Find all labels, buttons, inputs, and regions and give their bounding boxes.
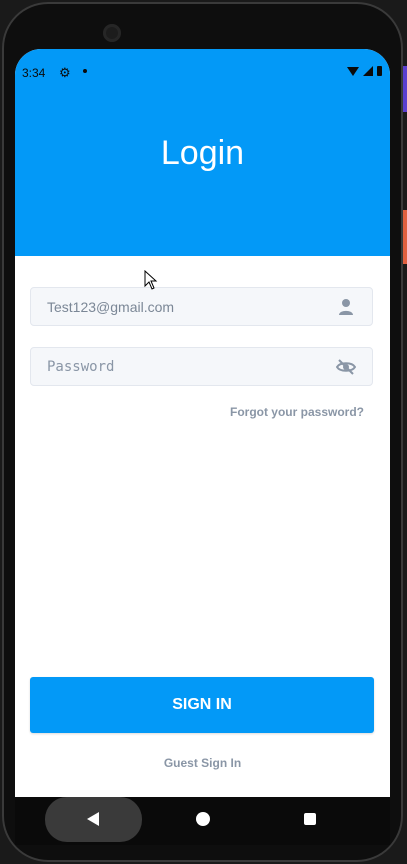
mouse-cursor-icon — [144, 270, 158, 290]
password-field[interactable]: Password — [30, 347, 373, 386]
wifi-icon — [347, 66, 359, 76]
back-icon[interactable] — [87, 812, 99, 826]
page-title: Login — [160, 134, 245, 172]
person-icon — [339, 299, 353, 315]
signal-icon — [363, 66, 373, 76]
email-field[interactable]: Test123@gmail.com — [30, 287, 373, 326]
status-time: 3:34 — [22, 66, 46, 80]
android-nav-bar — [15, 797, 390, 845]
password-placeholder: Password — [47, 359, 115, 375]
side-accent — [403, 66, 407, 112]
recent-apps-icon[interactable] — [304, 813, 316, 825]
battery-icon — [377, 66, 382, 76]
app-screen: 3:34 ⚙ Login Test123@gmail.com Password … — [15, 49, 390, 797]
camera-icon — [103, 24, 121, 42]
email-field-value: Test123@gmail.com — [47, 299, 175, 315]
settings-gear-icon: ⚙ — [59, 65, 71, 80]
login-header: 3:34 ⚙ Login — [15, 49, 390, 256]
side-accent — [403, 210, 407, 264]
notification-dot-icon — [83, 69, 87, 73]
visibility-off-icon[interactable] — [336, 357, 356, 377]
home-icon[interactable] — [196, 812, 210, 826]
guest-sign-in-link[interactable]: Guest Sign In — [15, 756, 390, 770]
status-icons — [347, 66, 382, 76]
status-bar: 3:34 ⚙ — [15, 49, 390, 97]
sign-in-button[interactable]: SIGN IN — [30, 677, 374, 733]
forgot-password-link[interactable]: Forgot your password? — [230, 405, 364, 419]
